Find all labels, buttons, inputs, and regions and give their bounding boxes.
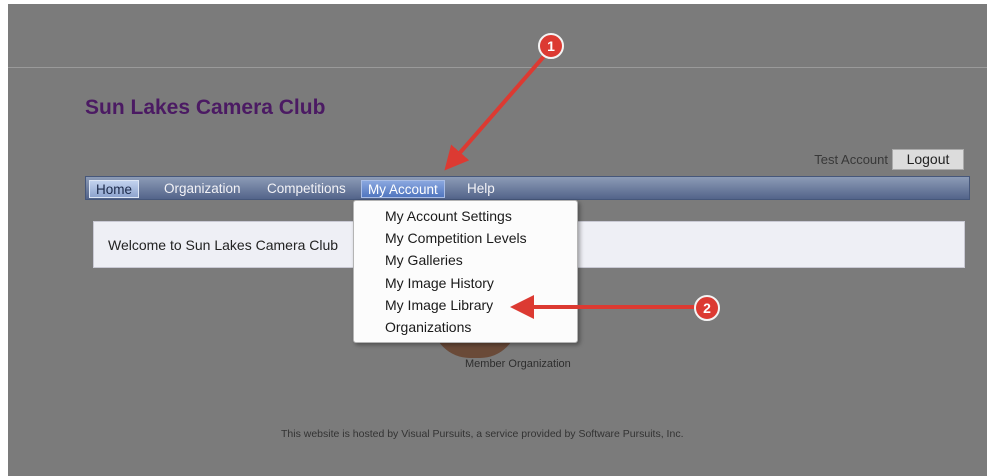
menu-item-my-image-history[interactable]: My Image History xyxy=(385,273,494,294)
nav-home[interactable]: Home xyxy=(89,180,140,198)
footer-text: This website is hosted by Visual Pursuit… xyxy=(281,428,684,440)
menu-item-my-account-settings[interactable]: My Account Settings xyxy=(385,206,512,227)
callout-badge-1: 1 xyxy=(538,33,564,59)
member-organization-label[interactable]: Member Organization xyxy=(465,358,571,370)
site-title: Sun Lakes Camera Club xyxy=(85,96,326,119)
user-name: Test Account xyxy=(814,152,888,167)
my-account-dropdown: My Account Settings My Competition Level… xyxy=(353,200,578,343)
menu-item-my-galleries[interactable]: My Galleries xyxy=(385,250,463,271)
nav-help[interactable]: Help xyxy=(461,180,501,198)
menu-item-my-competition-levels[interactable]: My Competition Levels xyxy=(385,228,527,249)
arrow-1 xyxy=(444,52,548,171)
nav-my-account[interactable]: My Account xyxy=(361,180,445,198)
main-nav: Home Organization Competitions My Accoun… xyxy=(85,176,970,200)
logout-button[interactable]: Logout xyxy=(892,149,964,170)
page: Sun Lakes Camera Club Test Account Logou… xyxy=(8,4,987,476)
divider xyxy=(8,67,987,68)
welcome-text: Welcome to Sun Lakes Camera Club xyxy=(108,237,339,253)
nav-organization[interactable]: Organization xyxy=(158,180,247,198)
menu-item-my-image-library[interactable]: My Image Library xyxy=(385,295,493,316)
callout-badge-2: 2 xyxy=(694,295,720,321)
nav-competitions[interactable]: Competitions xyxy=(261,180,352,198)
menu-item-organizations[interactable]: Organizations xyxy=(385,317,471,338)
